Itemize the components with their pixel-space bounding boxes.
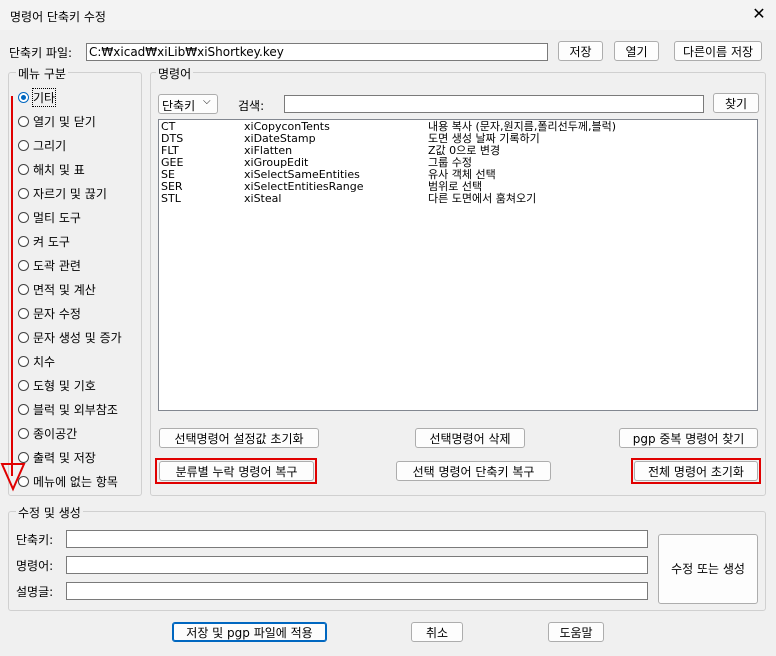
- list-item-desc: 다른 도면에서 훔쳐오기: [428, 192, 537, 205]
- radio-circle-icon: [18, 211, 29, 223]
- menu-radio-item[interactable]: 자르기 및 끊기: [18, 184, 107, 202]
- list-item-cmd: xiSteal: [244, 192, 282, 205]
- annotation-arrow-head: [0, 463, 26, 492]
- radio-circle-icon: [18, 187, 29, 199]
- menu-radio-item[interactable]: 종이공간: [18, 424, 77, 442]
- menu-radio-label: 그리기: [33, 138, 67, 153]
- menu-radio-label: 종이공간: [33, 426, 78, 441]
- command-list[interactable]: CT xiCopyconTents 내용 복사 (문자,원지름,폴리선두께,블럭) D…: [158, 119, 758, 411]
- radio-circle-icon: [18, 427, 29, 439]
- radio-circle-icon: [18, 259, 29, 271]
- menu-radio-label: 열기 및 닫기: [33, 114, 96, 129]
- reset-selected-settings-button[interactable]: 선택명령어 설정값 초기화: [159, 428, 319, 448]
- annotation-highlight-box: [631, 458, 761, 484]
- radio-circle-icon: [18, 451, 29, 463]
- close-icon[interactable]: ✕: [750, 5, 768, 23]
- save-as-button[interactable]: 다른이름 저장: [674, 41, 762, 61]
- menu-radio-item[interactable]: 문자 생성 및 증가: [18, 328, 122, 346]
- radio-circle-icon: [18, 403, 29, 415]
- chevron-down-icon: ⌵: [203, 96, 211, 107]
- menu-radio-label: 문자 생성 및 증가: [33, 330, 122, 345]
- shortcut-file-path[interactable]: [86, 43, 548, 61]
- radio-circle-icon: [18, 163, 29, 175]
- menu-radio-label: 출력 및 저장: [33, 450, 96, 465]
- radio-circle-icon: [18, 307, 29, 319]
- edit-group-legend: 수정 및 생성: [16, 504, 83, 521]
- menu-radio-item[interactable]: 켜 도구: [18, 232, 70, 250]
- menu-radio-label: 문자 수정: [33, 306, 81, 321]
- menu-radio-label: 블럭 및 외부참조: [33, 402, 118, 417]
- save-button[interactable]: 저장: [558, 41, 603, 61]
- menu-radio-item[interactable]: 기타: [18, 87, 57, 107]
- search-label: 검색:: [238, 99, 265, 113]
- menu-group-legend: 메뉴 구분: [16, 65, 68, 82]
- menu-radio-label: 도형 및 기호: [33, 378, 96, 393]
- description-label: 설명글:: [16, 585, 54, 599]
- menu-radio-item[interactable]: 블럭 및 외부참조: [18, 400, 118, 418]
- menu-radio-label: 면적 및 계산: [33, 282, 96, 297]
- radio-circle-icon: [18, 115, 29, 127]
- menu-radio-label: 치수: [33, 354, 56, 369]
- menu-radio-item[interactable]: 해치 및 표: [18, 160, 85, 178]
- cancel-button[interactable]: 취소: [411, 622, 463, 642]
- open-button[interactable]: 열기: [614, 41, 659, 61]
- command-label: 명령어:: [16, 559, 54, 573]
- find-duplicate-button[interactable]: pgp 중복 명령어 찾기: [619, 428, 758, 448]
- annotation-arrow-line: [11, 96, 13, 476]
- description-input[interactable]: [66, 582, 648, 600]
- menu-radio-label: 메뉴에 없는 항목: [33, 474, 118, 489]
- menu-radio-item[interactable]: 치수: [18, 352, 55, 370]
- filter-dropdown-value: 단축키: [162, 99, 196, 113]
- find-button[interactable]: 찾기: [713, 93, 759, 113]
- menu-radio-label: 멀티 도구: [33, 210, 81, 225]
- menu-radio-item[interactable]: 출력 및 저장: [18, 448, 96, 466]
- menu-radio-label: 자르기 및 끊기: [33, 186, 107, 201]
- search-input[interactable]: [284, 95, 704, 113]
- filter-dropdown[interactable]: 단축키 ⌵: [158, 94, 218, 114]
- annotation-highlight-box: [155, 458, 317, 484]
- title-bar: 명령어 단축키 수정 ✕: [0, 0, 776, 30]
- radio-circle-icon: [18, 379, 29, 391]
- radio-circle-icon: [18, 139, 29, 151]
- menu-radio-label: 도곽 관련: [33, 258, 81, 273]
- window-title: 명령어 단축키 수정: [10, 10, 106, 24]
- shortcut-file-label: 단축키 파일:: [9, 46, 73, 60]
- shortcut-label: 단축키:: [16, 533, 54, 547]
- list-item-key: STL: [161, 192, 181, 205]
- save-and-apply-button[interactable]: 저장 및 pgp 파일에 적용: [172, 622, 327, 642]
- menu-radio-item[interactable]: 열기 및 닫기: [18, 112, 96, 130]
- radio-circle-icon: [18, 91, 29, 103]
- help-button[interactable]: 도움말: [548, 622, 604, 642]
- menu-radio-label: 해치 및 표: [33, 162, 85, 177]
- menu-radio-item[interactable]: 도곽 관련: [18, 256, 81, 274]
- list-item[interactable]: STL xiSteal 다른 도면에서 훔쳐오기: [161, 193, 751, 205]
- menu-radio-item[interactable]: 메뉴에 없는 항목: [18, 472, 118, 490]
- menu-radio-item[interactable]: 그리기: [18, 136, 66, 154]
- modify-or-create-button[interactable]: 수정 또는 생성: [658, 534, 758, 604]
- menu-radio-label: 기타: [31, 87, 57, 107]
- menu-radio-label: 켜 도구: [33, 234, 70, 249]
- radio-circle-icon: [18, 331, 29, 343]
- menu-radio-item[interactable]: 면적 및 계산: [18, 280, 96, 298]
- command-input[interactable]: [66, 556, 648, 574]
- restore-selected-shortcut-button[interactable]: 선택 명령어 단축키 복구: [396, 461, 551, 481]
- radio-circle-icon: [18, 355, 29, 367]
- delete-selected-button[interactable]: 선택명령어 삭제: [415, 428, 525, 448]
- menu-radio-item[interactable]: 멀티 도구: [18, 208, 81, 226]
- menu-radio-item[interactable]: 문자 수정: [18, 304, 81, 322]
- menu-radio-item[interactable]: 도형 및 기호: [18, 376, 96, 394]
- shortcut-input[interactable]: [66, 530, 648, 548]
- radio-circle-icon: [18, 235, 29, 247]
- commands-group-legend: 명령어: [156, 65, 194, 82]
- radio-circle-icon: [18, 283, 29, 295]
